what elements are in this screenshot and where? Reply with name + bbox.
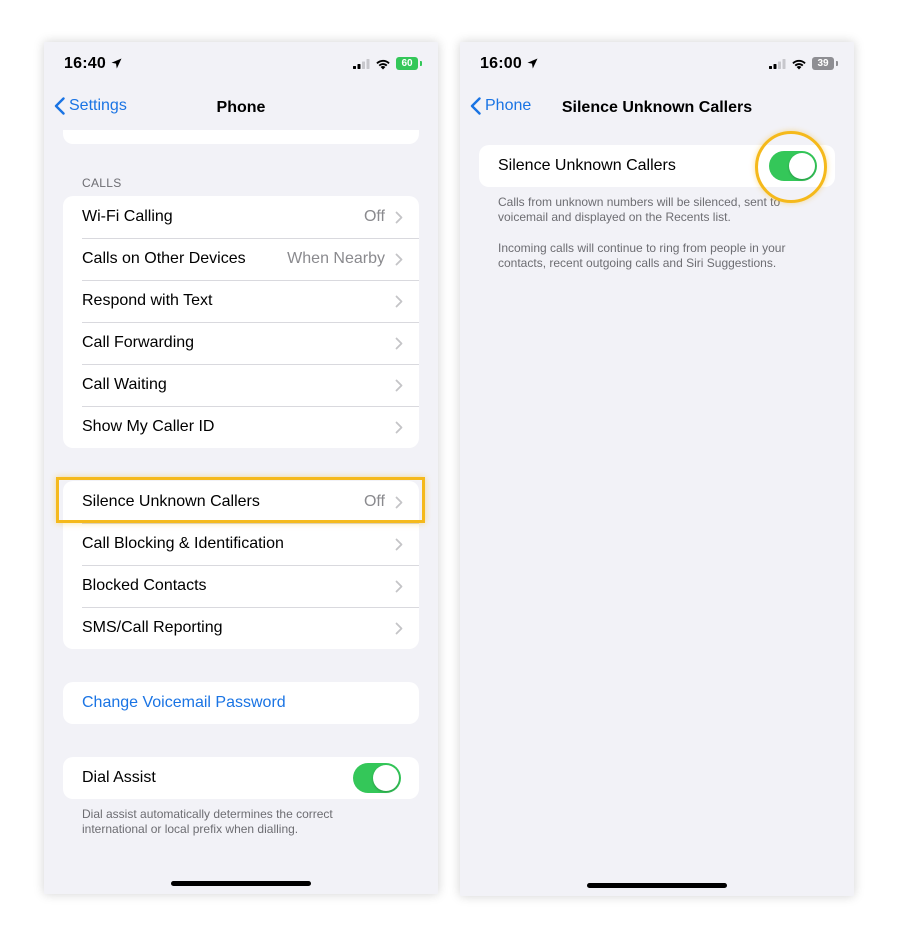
- dial-assist-footnote: Dial assist automatically determines the…: [82, 807, 333, 836]
- chevron-right-icon: [395, 253, 403, 265]
- cellular-signal-icon: [353, 59, 370, 69]
- row-label: Call Forwarding: [82, 334, 195, 351]
- row-label: SMS/Call Reporting: [82, 619, 223, 636]
- voicemail-group: Change Voicemail Password: [63, 682, 419, 724]
- row-show-my-caller-id[interactable]: Show My Caller ID: [63, 406, 419, 448]
- row-call-forwarding[interactable]: Call Forwarding: [63, 322, 419, 364]
- chevron-right-icon: [395, 337, 403, 349]
- calls-section-header: CALLS: [82, 176, 122, 190]
- calls-settings-group: Wi-Fi Calling Off Calls on Other Devices…: [63, 196, 419, 448]
- row-label: Calls on Other Devices: [82, 250, 246, 267]
- row-label: Wi-Fi Calling: [82, 208, 173, 225]
- dial-assist-group: Dial Assist: [63, 757, 419, 799]
- row-label: Blocked Contacts: [82, 577, 207, 594]
- chevron-right-icon: [395, 580, 403, 592]
- change-voicemail-password-link[interactable]: Change Voicemail Password: [63, 682, 419, 724]
- row-wifi-calling[interactable]: Wi-Fi Calling Off: [63, 196, 419, 238]
- row-label: Silence Unknown Callers: [498, 157, 676, 174]
- silence-footnote-1: Calls from unknown numbers will be silen…: [498, 195, 781, 224]
- chevron-right-icon: [395, 538, 403, 550]
- chevron-left-icon: [470, 97, 481, 115]
- row-label: Dial Assist: [82, 769, 156, 786]
- location-arrow-icon: [111, 58, 122, 69]
- dial-assist-toggle[interactable]: [353, 763, 401, 793]
- home-indicator[interactable]: [587, 883, 727, 888]
- silence-footnote-2: Incoming calls will continue to ring fro…: [498, 241, 786, 270]
- battery-level: 39: [812, 57, 834, 70]
- chevron-right-icon: [395, 295, 403, 307]
- chevron-right-icon: [395, 421, 403, 433]
- wifi-icon: [792, 59, 806, 69]
- chevron-right-icon: [395, 211, 403, 223]
- navigation-bar: Phone Silence Unknown Callers: [460, 86, 854, 130]
- row-label: Call Blocking & Identification: [82, 535, 284, 552]
- home-indicator[interactable]: [171, 881, 311, 886]
- row-label: Respond with Text: [82, 292, 213, 309]
- row-respond-with-text[interactable]: Respond with Text: [63, 280, 419, 322]
- wifi-icon: [376, 59, 390, 69]
- highlight-silence-unknown-callers: [56, 477, 425, 523]
- page-title: Phone: [216, 99, 266, 116]
- row-label: Call Waiting: [82, 376, 167, 393]
- back-button-label: Phone: [485, 97, 532, 114]
- chevron-right-icon: [395, 622, 403, 634]
- row-call-waiting[interactable]: Call Waiting: [63, 364, 419, 406]
- cellular-signal-icon: [769, 59, 786, 69]
- row-value: Off: [363, 208, 385, 225]
- phone-settings-screen: 16:40 60 Settings Phone CALLS Wi-Fi Call…: [44, 42, 438, 894]
- row-label: Show My Caller ID: [82, 418, 215, 435]
- battery-tip-icon: [420, 61, 422, 66]
- location-arrow-icon: [527, 58, 538, 69]
- status-time: 16:00: [480, 55, 522, 72]
- battery-tip-icon: [836, 61, 838, 66]
- page-title: Silence Unknown Callers: [561, 99, 753, 116]
- row-value: When Nearby: [287, 250, 385, 267]
- toggle-knob: [373, 765, 399, 791]
- row-call-blocking-identification[interactable]: Call Blocking & Identification: [63, 523, 419, 565]
- row-sms-call-reporting[interactable]: SMS/Call Reporting: [63, 607, 419, 649]
- chevron-right-icon: [395, 379, 403, 391]
- row-calls-on-other-devices[interactable]: Calls on Other Devices When Nearby: [63, 238, 419, 280]
- row-blocked-contacts[interactable]: Blocked Contacts: [63, 565, 419, 607]
- highlight-toggle-circle: [755, 131, 827, 203]
- back-button[interactable]: Phone: [470, 97, 531, 115]
- row-dial-assist: Dial Assist: [63, 757, 419, 799]
- status-time: 16:40: [64, 55, 106, 72]
- status-bar: 16:40 60: [44, 42, 438, 86]
- battery-level: 60: [396, 57, 418, 70]
- navigation-bar: Settings Phone: [44, 86, 438, 130]
- previous-settings-group: [63, 130, 419, 144]
- status-bar: 16:00 39: [460, 42, 854, 86]
